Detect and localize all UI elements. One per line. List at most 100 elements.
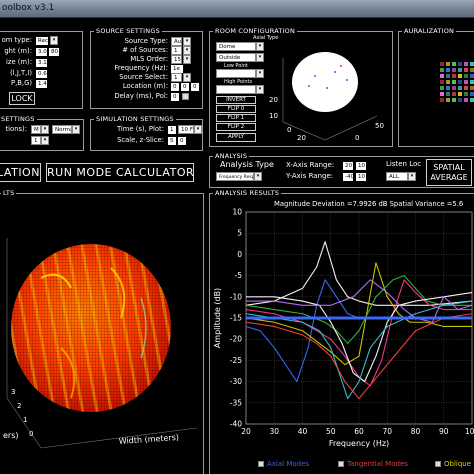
tangential-modes-checkbox[interactable] (338, 461, 344, 467)
auralization-cell[interactable] (446, 92, 450, 96)
size-field[interactable]: 3.1 (36, 59, 47, 67)
height-field[interactable]: 3.0 (36, 48, 47, 56)
settings-field-2[interactable]: Normal (52, 125, 72, 134)
auralization-cell[interactable] (446, 62, 450, 66)
delay-field[interactable]: 0 (171, 93, 179, 101)
source-type-dropdown[interactable]: ▾ (183, 37, 191, 46)
auralization-cell[interactable] (464, 80, 468, 84)
run-mode-calculator-button[interactable]: RUN MODE CALCULATOR (46, 163, 194, 182)
auralization-cell[interactable] (446, 80, 450, 84)
auralization-cell[interactable] (440, 92, 444, 96)
auralization-cell[interactable] (470, 92, 474, 96)
auralization-cell[interactable] (458, 62, 462, 66)
settings-field-3[interactable]: 1 (31, 136, 41, 145)
auralization-cell[interactable] (458, 74, 462, 78)
dome-dropdown[interactable]: ▾ (256, 42, 264, 51)
high-point-dropdown[interactable]: ▾ (256, 85, 264, 94)
auralization-cell[interactable] (470, 62, 474, 66)
plot-field[interactable]: 10 Fi. (178, 125, 194, 134)
auralization-cell[interactable] (464, 98, 468, 102)
x-range-max[interactable]: 10 (356, 162, 366, 170)
auralization-cell[interactable] (452, 74, 456, 78)
auralization-cell[interactable] (458, 80, 462, 84)
auralization-cell[interactable] (440, 68, 444, 72)
auralization-cell[interactable] (446, 98, 450, 102)
auralization-cell[interactable] (470, 74, 474, 78)
coeff-field-1[interactable]: 0.6 (36, 70, 47, 78)
auralization-cell[interactable] (470, 98, 474, 102)
auralization-cell[interactable] (452, 86, 456, 90)
auralization-cell[interactable] (464, 86, 468, 90)
auralization-cell[interactable] (440, 98, 444, 102)
auralization-cell[interactable] (440, 62, 444, 66)
auralization-cell[interactable] (452, 92, 456, 96)
time-field[interactable]: 1 (168, 126, 176, 134)
auralization-cell[interactable] (458, 86, 462, 90)
auralization-cell[interactable] (458, 98, 462, 102)
flip1-button[interactable]: FLIP 1 (216, 114, 256, 122)
settings-field-1[interactable]: M (31, 125, 41, 134)
scale-field[interactable]: 5 (168, 137, 176, 145)
source-select-field[interactable]: 1 (171, 73, 182, 82)
plot-dropdown[interactable]: ▾ (194, 125, 202, 134)
room-3d-view[interactable]: 20 10 0 50 0 20 (265, 36, 391, 144)
low-point-select[interactable] (216, 69, 256, 78)
polarity-checkbox[interactable] (182, 93, 189, 100)
listen-loc-select[interactable]: ALL (386, 172, 408, 181)
slice-field[interactable]: 0 (178, 137, 186, 145)
auralization-cell[interactable] (458, 92, 462, 96)
settings-dropdown-2[interactable]: ▾ (72, 125, 80, 134)
settings-dropdown-3[interactable]: ▾ (41, 136, 49, 145)
auralization-cell[interactable] (440, 86, 444, 90)
auralization-cell[interactable] (470, 86, 474, 90)
mls-order-dropdown[interactable]: ▾ (183, 55, 191, 64)
auralization-cell[interactable] (440, 74, 444, 78)
oblique-modes-checkbox[interactable] (435, 461, 441, 467)
flip2-button[interactable]: FLIP 2 (216, 123, 256, 131)
y-range-max[interactable]: 10 (356, 173, 366, 181)
pressure-sphere-plot[interactable]: 3 2 1 0 ers) Width (meters) (1, 198, 203, 474)
auralization-cell[interactable] (464, 62, 468, 66)
source-select-dropdown[interactable]: ▾ (183, 73, 191, 82)
auralization-cell[interactable] (464, 92, 468, 96)
x-range-min[interactable]: 20 (343, 162, 353, 170)
analysis-type-select[interactable]: Frequency Resp... (216, 172, 254, 181)
auralization-cell[interactable] (464, 74, 468, 78)
auralization-cell[interactable] (452, 98, 456, 102)
frequency-field[interactable]: 1e (171, 65, 183, 73)
auralization-cell[interactable] (464, 68, 468, 72)
auralization-cell[interactable] (470, 68, 474, 72)
room-type-field[interactable]: Rect (36, 37, 48, 45)
auralization-cell[interactable] (452, 62, 456, 66)
auralization-cell[interactable] (470, 80, 474, 84)
dome-select[interactable]: Dome (216, 42, 256, 51)
auralization-cell[interactable] (440, 80, 444, 84)
auralization-cell[interactable] (452, 68, 456, 72)
high-point-select[interactable] (216, 85, 256, 94)
num-sources-dropdown[interactable]: ▾ (183, 46, 191, 55)
lock-button[interactable]: LOCK (9, 92, 35, 105)
mls-order-field[interactable]: 15 (171, 55, 182, 64)
location-field-1[interactable]: 0 (171, 83, 179, 91)
room-type-dropdown[interactable]: ▾ (50, 36, 58, 45)
flip0-button[interactable]: FLIP 0 (216, 105, 256, 113)
axial-modes-checkbox[interactable] (258, 461, 264, 467)
invert-button[interactable]: INVERT (216, 96, 256, 104)
outside-select[interactable]: Outside (216, 53, 256, 62)
auralization-cell[interactable] (452, 80, 456, 84)
num-sources-field[interactable]: 1 (171, 46, 182, 55)
settings-dropdown-1[interactable]: ▾ (41, 125, 49, 134)
simulation-button[interactable]: LATION (0, 163, 41, 182)
apply-button[interactable]: APPLY (216, 133, 256, 142)
auralization-cell[interactable] (446, 74, 450, 78)
spatial-average-button[interactable]: SPATIAL AVERAGE (426, 159, 472, 186)
outside-dropdown[interactable]: ▾ (256, 53, 264, 62)
auralization-cell[interactable] (446, 86, 450, 90)
low-point-dropdown[interactable]: ▾ (256, 69, 264, 78)
height-field-2[interactable]: 80 (49, 48, 59, 56)
auralization-grid[interactable] (440, 62, 474, 108)
location-field-2[interactable]: 0 (181, 83, 189, 91)
auralization-cell[interactable] (458, 68, 462, 72)
y-range-min[interactable]: -40 (343, 173, 353, 181)
coeff-field-2[interactable]: 1.4 (36, 80, 47, 88)
